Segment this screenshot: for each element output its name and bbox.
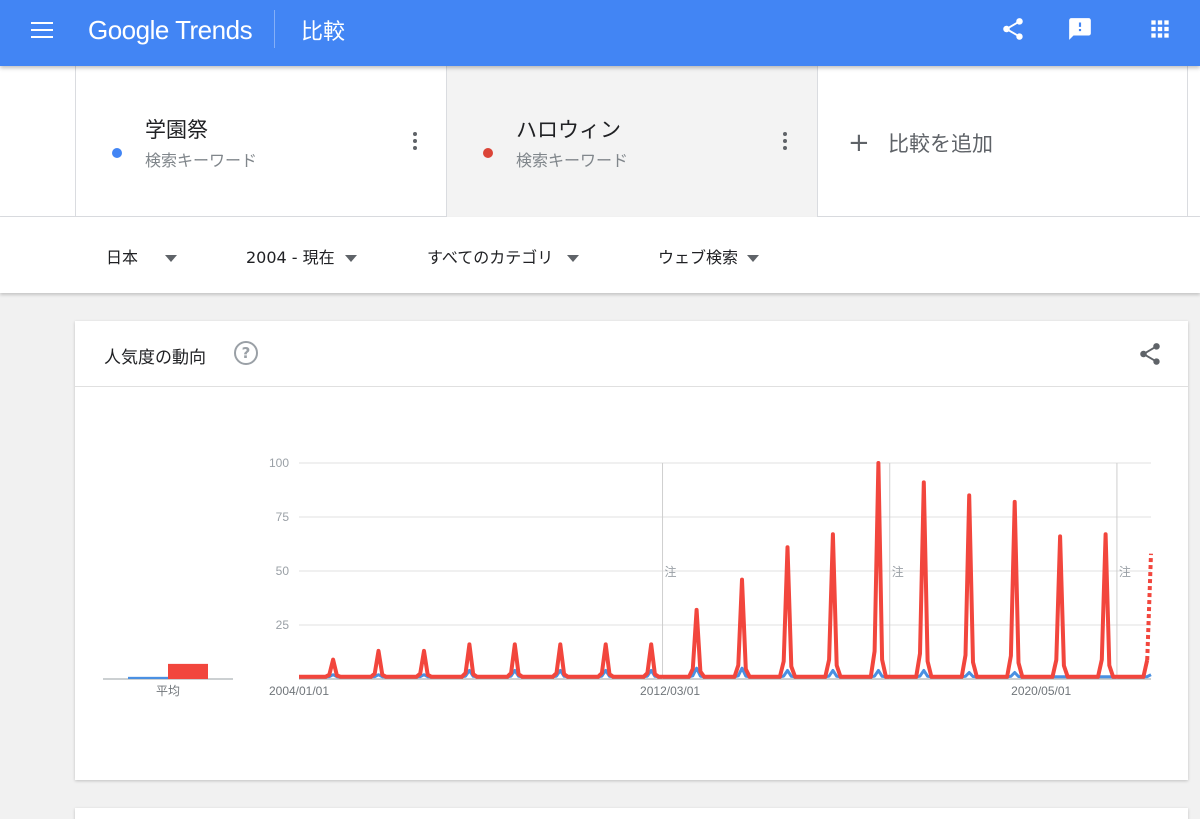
header-divider [274, 10, 275, 48]
plus-icon: + [848, 128, 870, 158]
keyword-card-1[interactable]: 学園祭 検索キーワード [75, 66, 446, 217]
dropdown-arrow-icon [165, 255, 178, 262]
menu-icon[interactable] [31, 22, 53, 38]
keyword-term: ハロウィン [516, 118, 621, 142]
region-value: 日本 [106, 248, 139, 267]
average-label: 平均 [156, 684, 180, 698]
more-vert-icon[interactable] [781, 132, 789, 154]
next-card [75, 808, 1188, 819]
page-title: 比較 [301, 20, 346, 45]
feedback-icon[interactable] [1067, 16, 1093, 42]
keyword-type: 検索キーワード [145, 151, 258, 170]
partial-data-line [1145, 553, 1153, 661]
more-vert-icon[interactable] [411, 132, 419, 154]
average-bar [128, 676, 168, 679]
x-tick-label: 2020/05/01 [1011, 684, 1071, 698]
category-value: すべてのカテゴリ [427, 248, 554, 267]
annotation-marker: 注 [665, 564, 677, 579]
dropdown-arrow-icon [747, 255, 760, 262]
keyword-type: 検索キーワード [516, 151, 629, 170]
top-app-bar: Google Trends 比較 [0, 0, 1200, 66]
search-type-value: ウェブ検索 [658, 248, 739, 267]
logo-trends-text: Trends [175, 15, 253, 45]
keyword-color-dot [483, 148, 493, 158]
y-tick-label: 25 [276, 618, 290, 632]
keyword-color-dot [112, 148, 122, 158]
apps-icon[interactable] [1147, 16, 1173, 42]
interest-over-time-card: 人気度の動向 ? 25 50 75 100 注注注 2004/01/01 2012/03/0… [75, 321, 1188, 780]
y-tick-label: 50 [276, 564, 290, 578]
search-type-select[interactable]: ウェブ検索 [658, 244, 760, 268]
keyword-compare-bar: 学園祭 検索キーワード ハロウィン 検索キーワード + 比較を追加 [0, 66, 1200, 217]
category-select[interactable]: すべてのカテゴリ [427, 244, 580, 268]
keyword-term: 学園祭 [145, 118, 208, 142]
y-tick-label: 100 [269, 456, 289, 470]
logo-google-text: Google [88, 15, 169, 45]
add-compare-label: 比較を追加 [888, 132, 993, 156]
interest-line-chart[interactable]: 25 50 75 100 注 注 注 2004/01/01 2012/03/01 2020/05/… [75, 321, 1188, 780]
filter-bar: 日本 2004 - 現在 すべてのカテゴリ ウェブ検索 [0, 217, 1200, 293]
annotation-marker: 注 [892, 564, 904, 579]
add-compare-button[interactable]: + 比較を追加 [848, 128, 993, 158]
region-select[interactable]: 日本 [106, 244, 178, 268]
period-select[interactable]: 2004 - 現在 [246, 244, 357, 268]
annotation-marker: 注 [1119, 564, 1131, 579]
share-icon[interactable] [1000, 16, 1026, 42]
x-tick-label: 2004/01/01 [269, 684, 329, 698]
dropdown-arrow-icon [344, 255, 357, 262]
average-bar [168, 663, 208, 679]
x-tick-label: 2012/03/01 [640, 684, 700, 698]
y-tick-label: 75 [276, 510, 290, 524]
dropdown-arrow-icon [567, 255, 580, 262]
google-trends-logo[interactable]: Google Trends [88, 15, 253, 46]
period-value: 2004 - 現在 [246, 248, 335, 267]
series-line-halloween [299, 461, 1150, 679]
keyword-card-2[interactable]: ハロウィン 検索キーワード [446, 66, 817, 217]
